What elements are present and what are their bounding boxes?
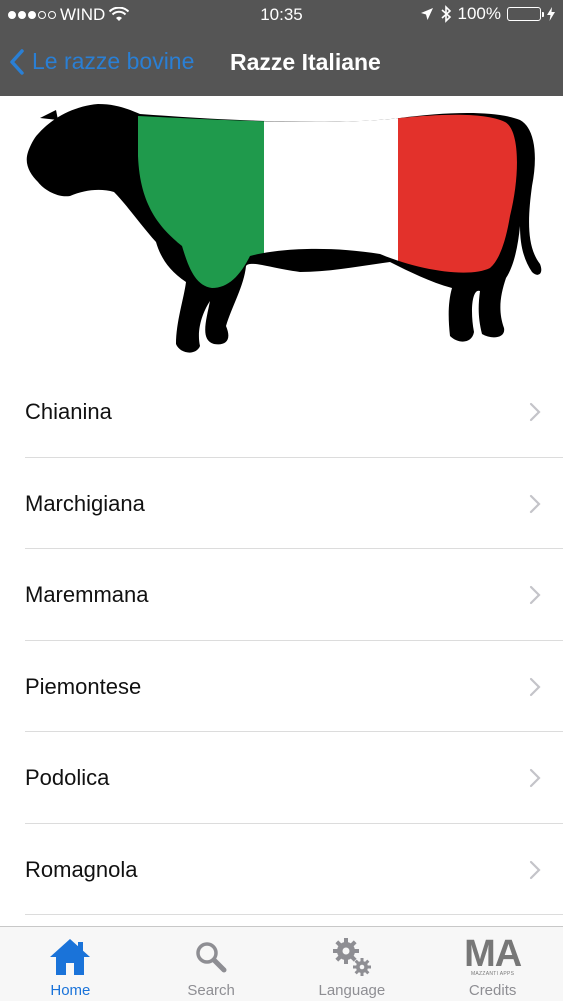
tab-credits[interactable]: MA MAZZANTI APPS Credits — [422, 927, 563, 1001]
list-item-label: Chianina — [25, 399, 112, 424]
battery-percent: 100% — [457, 4, 501, 23]
chevron-right-icon — [529, 677, 541, 696]
bluetooth-icon — [440, 5, 451, 23]
status-right-group: 100% — [420, 4, 555, 24]
charging-bolt-icon — [547, 7, 555, 21]
gears-icon — [332, 938, 371, 976]
list-item-podolica[interactable]: Podolica — [0, 732, 563, 824]
back-button[interactable]: Le razze bovine — [10, 48, 194, 75]
tab-search[interactable]: Search — [141, 927, 282, 1001]
mazzanti-apps-logo: MA — [464, 933, 522, 975]
page-title: Razze Italiane — [230, 49, 381, 75]
list-item-piemontese[interactable]: Piemontese — [0, 641, 563, 732]
chevron-right-icon — [529, 585, 541, 605]
chevron-right-icon — [529, 402, 541, 422]
chevron-left-icon — [10, 48, 24, 75]
search-icon — [196, 942, 227, 973]
navigation-bar: Le razze bovine Razze Italiane — [0, 30, 563, 96]
list-item-label: Maremmana — [25, 582, 149, 607]
chevron-right-icon — [529, 494, 541, 513]
tab-label: Search — [187, 982, 235, 999]
row-separator — [25, 914, 563, 915]
battery-icon — [507, 7, 544, 21]
list-item-label: Piemontese — [25, 673, 142, 699]
cow-italian-flag-image — [26, 104, 542, 353]
tab-label: Home — [50, 982, 91, 999]
list-item-label: Romagnola — [25, 856, 138, 882]
back-button-label: Le razze bovine — [32, 48, 195, 74]
tab-home[interactable]: Home — [0, 927, 141, 1001]
tab-language[interactable]: Language — [282, 927, 423, 1001]
home-icon — [50, 939, 91, 975]
mazzanti-apps-logo-subtext: MAZZANTI APPS — [470, 971, 515, 977]
location-arrow-icon — [420, 8, 433, 20]
list-item-label: Marchigiana — [25, 490, 145, 516]
list-item-romagnola[interactable]: Romagnola — [0, 824, 563, 915]
hero-image — [0, 96, 563, 366]
list-item-marchigiana[interactable]: Marchigiana — [0, 458, 563, 549]
chevron-right-icon — [529, 768, 541, 788]
status-bar: WIND 10:35 100% — [0, 0, 563, 30]
list-item-maremmana[interactable]: Maremmana — [0, 549, 563, 641]
list-item-label: Podolica — [25, 765, 110, 790]
list-item-chianina[interactable]: Chianina — [0, 366, 563, 458]
tab-label: Language — [318, 982, 386, 999]
chevron-right-icon — [529, 860, 541, 879]
tab-label: Credits — [468, 982, 517, 999]
tab-bar: Home Search Language MA MAZZANTI APPS Cr… — [0, 926, 563, 1001]
breed-list: Chianina Marchigiana Maremmana Piemontes… — [0, 366, 563, 915]
